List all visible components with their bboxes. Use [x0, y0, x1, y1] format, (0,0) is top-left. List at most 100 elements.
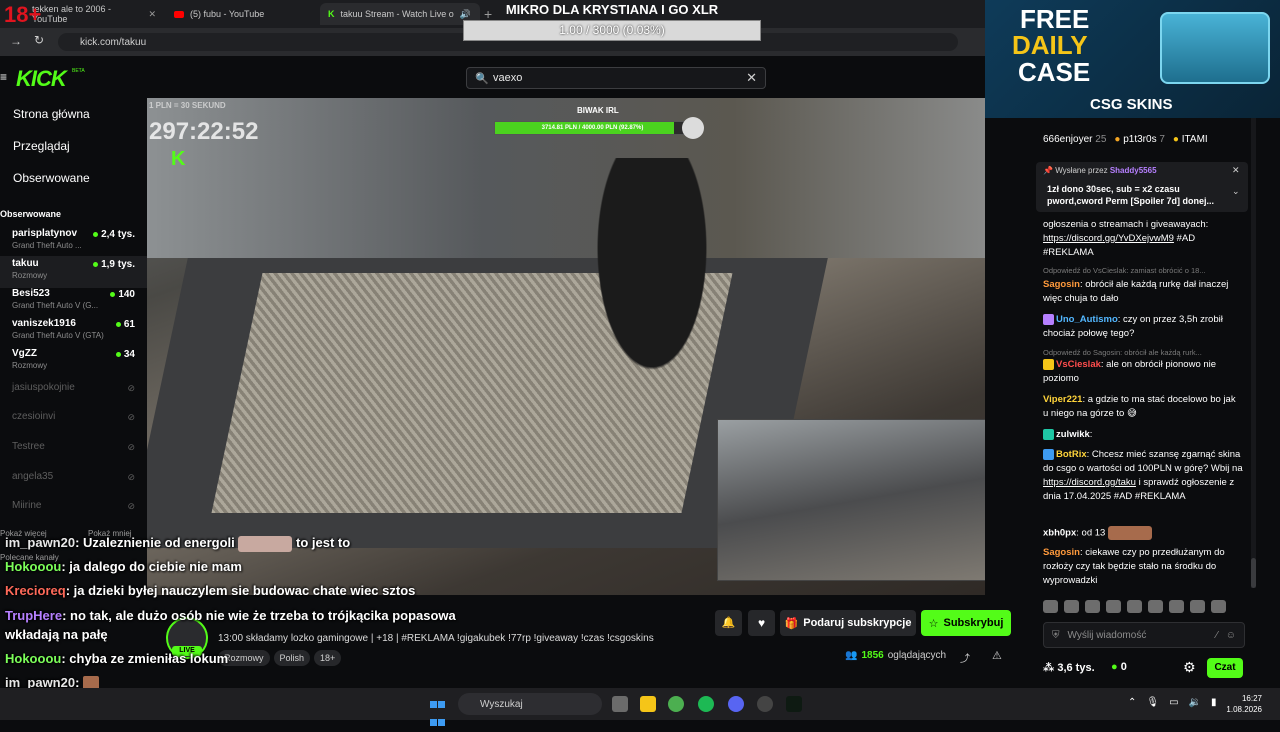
sidebar-channel[interactable]: Besi523 Grand Theft Auto V (G... 140	[0, 286, 147, 318]
clear-search-icon[interactable]: ✕	[746, 70, 757, 86]
chat-settings-gear-icon[interactable]: ⚙	[1183, 659, 1196, 676]
sidebar-channel-offline[interactable]: angela35 ⊘	[0, 469, 147, 501]
stream-tag[interactable]: Polish	[273, 650, 311, 666]
chevron-up-icon[interactable]: ⌃	[1128, 697, 1136, 708]
subscribe-button[interactable]: ☆ Subskrybuj	[921, 610, 1011, 636]
battery-icon[interactable]: ▮	[1211, 697, 1217, 708]
chat-scrollbar-thumb[interactable]	[1251, 558, 1256, 588]
unpin-icon[interactable]: ✕	[1232, 165, 1240, 176]
gift-subscription-button[interactable]: 🎁 Podaruj subskrypcje	[780, 610, 916, 636]
display-icon[interactable]: ▭	[1169, 697, 1178, 708]
volume-icon[interactable]: 🔉	[1189, 697, 1201, 708]
kick-favicon-icon: K	[328, 9, 335, 19]
channel-category: Grand Theft Auto V (G...	[12, 301, 99, 310]
file-explorer-icon[interactable]	[640, 696, 656, 712]
overlay-chat-line: wkładają na pałę	[5, 627, 108, 642]
search-input[interactable]: 🔍 vaexo ✕	[466, 67, 766, 89]
chat-link[interactable]: https://discord.gg/YvDXejvwM9	[1043, 233, 1174, 244]
kick-logo[interactable]: KICK	[16, 66, 67, 92]
video-player[interactable]: 1 PLN = 30 SEKUND 297:22:52 K BIWAK IRL …	[147, 98, 985, 595]
emote-button[interactable]	[1127, 600, 1142, 613]
share-icon[interactable]: ⤴	[960, 650, 970, 665]
channel-name: Besi523	[12, 288, 50, 299]
tab-youtube-fubu[interactable]: (5) fubu - YouTube	[166, 3, 316, 25]
chat-message[interactable]: Sagosin: ciekawe czy po przedłużanym do …	[1043, 546, 1243, 588]
chat-message[interactable]: Uno_Autismo: czy on przez 3,5h zrobił ch…	[1043, 313, 1243, 341]
menu-icon[interactable]: ≡	[0, 70, 7, 84]
obs-icon[interactable]	[757, 696, 773, 712]
leaderboard-entry[interactable]: 666enjoyer 25	[1043, 134, 1106, 145]
channel-name: VgZZ	[12, 348, 37, 359]
leaderboard-entry[interactable]: ● ITAMI	[1173, 134, 1208, 145]
app-icon[interactable]	[786, 696, 802, 712]
tab-youtube-tekken[interactable]: tekken ale to 2006 - YouTube ✕	[24, 3, 164, 25]
chat-message[interactable]: zulwikk:	[1043, 428, 1243, 442]
follow-button[interactable]: ♥	[748, 610, 775, 636]
emote-button[interactable]	[1148, 600, 1163, 613]
chat-scrollbar[interactable]	[1251, 118, 1256, 588]
system-tray: ⌃ 🎙 ▭ 🔉 ▮	[1128, 697, 1217, 708]
nav-following[interactable]: Obserwowane	[0, 171, 90, 185]
tab-label: takuu Stream - Watch Live o	[340, 9, 454, 19]
nav-browse[interactable]: Przeglądaj	[0, 139, 70, 153]
chat-message[interactable]: VsCieslak: ale on obrócił pionowo nie po…	[1043, 358, 1243, 386]
clock[interactable]: 16:27 1.08.2026	[1222, 693, 1262, 715]
forward-icon[interactable]: →	[10, 34, 22, 48]
overlay-chat-line: TrupHere: no tak, ale dużo osób nie wie …	[5, 608, 456, 623]
bot-badge-icon	[1043, 448, 1054, 460]
send-chat-button[interactable]: Czat	[1207, 658, 1243, 678]
windows-start-icon[interactable]	[430, 696, 446, 726]
slash-command-icon[interactable]: ⁄	[1216, 630, 1218, 641]
emote-button[interactable]	[1211, 600, 1226, 613]
url-text: kick.com/takuu	[80, 36, 147, 48]
emote-button[interactable]	[1085, 600, 1100, 613]
leaderboard-entry[interactable]: ● p1t3r0s 7	[1114, 134, 1165, 145]
reload-icon[interactable]: ↻	[34, 33, 44, 47]
subathon-timer: 297:22:52	[149, 118, 259, 145]
microphone-icon[interactable]: 🎙	[1146, 697, 1159, 708]
spotify-icon[interactable]	[698, 696, 714, 712]
chrome-icon[interactable]	[668, 696, 684, 712]
taskbar-search[interactable]: Wyszukaj	[458, 693, 602, 715]
youtube-icon	[174, 10, 184, 18]
chat-message-input[interactable]: ⛨ Wyślij wiadomość ⁄ ☺	[1043, 622, 1245, 648]
report-icon[interactable]: ⚠	[992, 649, 1002, 662]
beta-label: BETA	[72, 68, 85, 74]
emote-button[interactable]	[1190, 600, 1205, 613]
sub-badge-icon	[1043, 358, 1054, 370]
sidebar-channel-offline[interactable]: Miirine ⊘	[0, 498, 147, 530]
discord-icon[interactable]	[728, 696, 744, 712]
sidebar-channel-offline[interactable]: jasiuspokojnie ⊘	[0, 380, 147, 412]
sidebar-channel[interactable]: takuu Rozmowy 1,9 tys.	[0, 256, 147, 288]
chat-message[interactable]: BotRix: Chcesz mieć szansę zgarnąć skina…	[1043, 448, 1243, 504]
close-tab-icon[interactable]: ✕	[148, 9, 156, 20]
kick-points[interactable]: ● 0	[1111, 661, 1127, 673]
tab-kick-takuu[interactable]: K takuu Stream - Watch Live o 🔊	[320, 3, 480, 25]
chat-message[interactable]: xbh0px: od 13	[1043, 526, 1243, 541]
sidebar-channel[interactable]: VgZZ Rozmowy 34	[0, 346, 147, 378]
emote-button[interactable]	[1106, 600, 1121, 613]
ad-brand: CSG SKINS	[1090, 96, 1173, 113]
channel-points[interactable]: ⁂ 3,6 tys.	[1043, 661, 1095, 674]
chat-link[interactable]: https://discord.gg/taku	[1043, 477, 1136, 488]
emoji-picker-icon[interactable]: ☺	[1226, 630, 1236, 641]
task-view-icon[interactable]	[612, 696, 628, 712]
sidebar-channel[interactable]: vaniszek1916 Grand Theft Auto V (GTA) 61	[0, 316, 147, 348]
channel-category: Grand Theft Auto ...	[12, 241, 82, 250]
chevron-down-icon[interactable]: ⌄	[1232, 186, 1240, 197]
sidebar-channel-offline[interactable]: czesioinvi ⊘	[0, 409, 147, 441]
sidebar-channel[interactable]: parisplatynov Grand Theft Auto ... 2,4 t…	[0, 226, 147, 258]
timer-rate-label: 1 PLN = 30 SEKUND	[149, 101, 226, 110]
sidebar-channel-offline[interactable]: Testree ⊘	[0, 439, 147, 471]
channel-viewers: 140	[110, 289, 135, 300]
stream-tag[interactable]: 18+	[314, 650, 342, 666]
emote-image	[238, 535, 293, 552]
emote-button[interactable]	[1064, 600, 1079, 613]
nav-home[interactable]: Strona główna	[0, 107, 90, 121]
chat-message[interactable]: ogłoszenia o streamach i giveawayach: ht…	[1043, 218, 1243, 260]
chat-message[interactable]: Sagosin: obrócił ale każdą rurkę dał ina…	[1043, 278, 1243, 306]
emote-button[interactable]	[1043, 600, 1058, 613]
chat-message[interactable]: Viper221: a gdzie to ma stać docelowo bo…	[1043, 393, 1243, 421]
emote-button[interactable]	[1169, 600, 1184, 613]
notification-bell-button[interactable]: 🔔	[715, 610, 742, 636]
